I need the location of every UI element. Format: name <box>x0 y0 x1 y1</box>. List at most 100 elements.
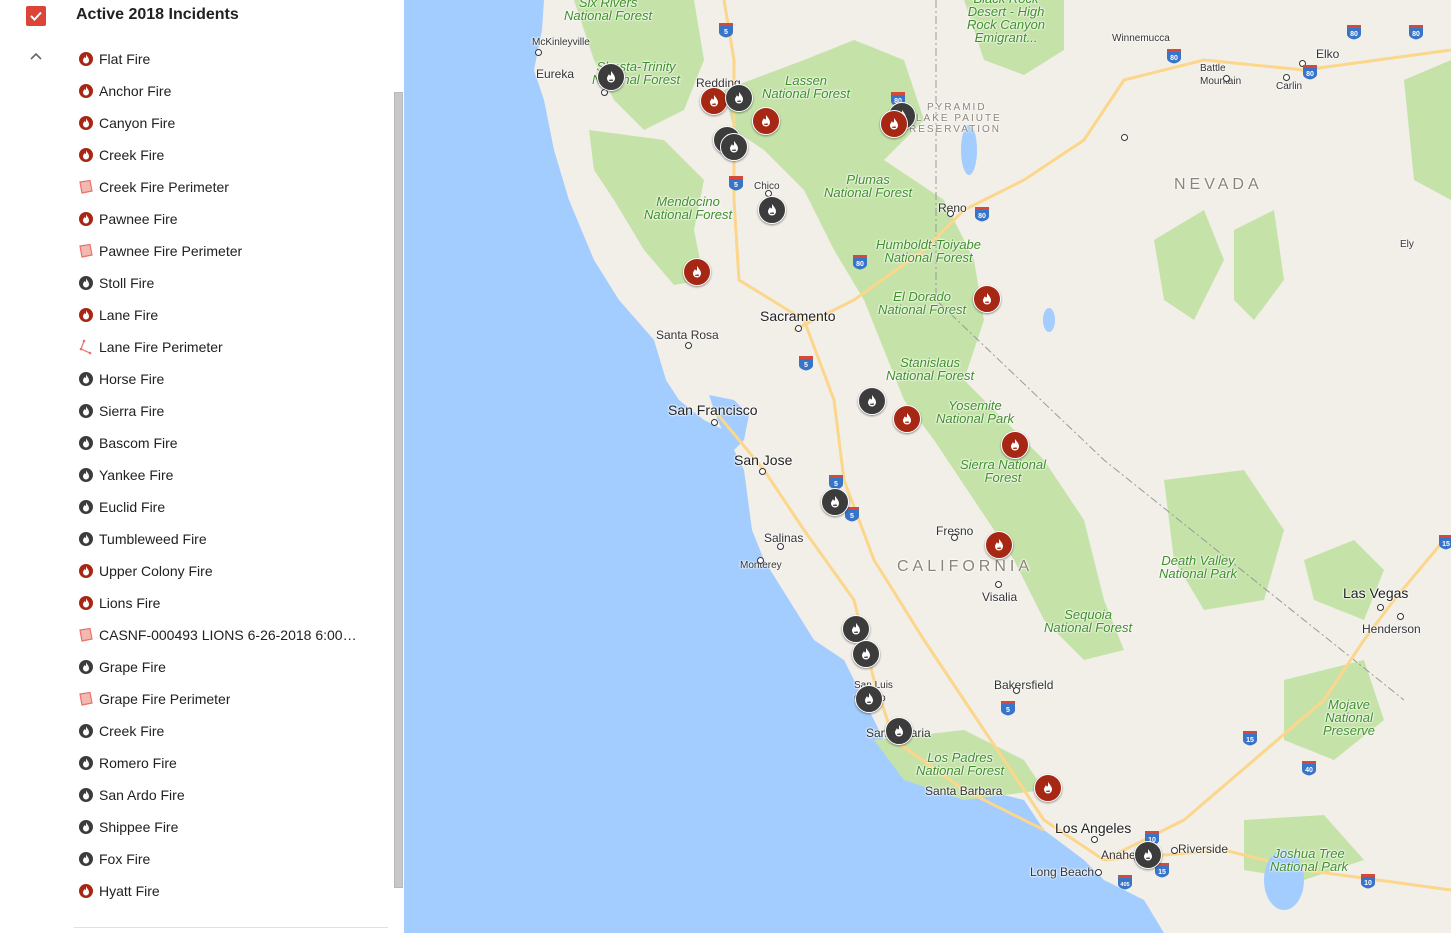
fire-marker-active[interactable] <box>985 531 1013 559</box>
fire-icon <box>865 693 873 705</box>
list-item[interactable]: Flat Fire <box>78 43 388 75</box>
fire-marker-contained[interactable] <box>597 63 625 91</box>
list-item[interactable]: Creek Fire Perimeter <box>78 171 388 203</box>
interstate-5-shield-icon: 5 <box>718 22 733 38</box>
fire-icon <box>890 118 898 130</box>
list-item[interactable]: Grape Fire <box>78 651 388 683</box>
list-item[interactable]: Horse Fire <box>78 363 388 395</box>
list-item[interactable]: Upper Colony Fire <box>78 555 388 587</box>
map-label-winnemucca: Winnemucca <box>1112 33 1170 44</box>
list-item[interactable]: Creek Fire <box>78 139 388 171</box>
polygon-icon <box>78 243 94 259</box>
list-item-label: Flat Fire <box>99 51 151 67</box>
map-canvas[interactable]: NEVADA CALIFORNIA PYRAMID LAKE PAIUTE RESERV… <box>404 0 1451 933</box>
svg-text:5: 5 <box>734 182 738 189</box>
city-dot <box>1283 74 1290 81</box>
map-label-pyramid3: RESERVATION <box>909 124 1002 135</box>
layer-title: Active 2018 Incidents <box>76 6 239 23</box>
svg-text:15: 15 <box>1442 541 1450 548</box>
list-item[interactable]: Euclid Fire <box>78 491 388 523</box>
list-item[interactable]: Bascom Fire <box>78 427 388 459</box>
fire-icon <box>868 395 876 407</box>
list-item[interactable]: CASNF-000493 LIONS 6-26-2018 6:00:0... <box>78 619 388 651</box>
list-item-label: Upper Colony Fire <box>99 563 213 579</box>
fire-marker-active[interactable] <box>1001 431 1029 459</box>
map-label-eldorado: El Dorado National Forest <box>878 289 967 317</box>
fire-active-icon <box>78 83 94 99</box>
fire-contained-icon <box>78 275 94 291</box>
list-item[interactable]: Canyon Fire <box>78 107 388 139</box>
fire-active-icon <box>78 115 94 131</box>
list-item[interactable]: Grape Fire Perimeter <box>78 683 388 715</box>
list-item[interactable]: Lions Fire <box>78 587 388 619</box>
fire-contained-icon <box>78 787 94 803</box>
fire-marker-active[interactable] <box>700 87 728 115</box>
fire-contained-icon <box>78 755 94 771</box>
scrollbar-thumb[interactable] <box>394 92 403 888</box>
list-item[interactable]: Stoll Fire <box>78 267 388 299</box>
city-dot <box>757 557 764 564</box>
fire-active-icon <box>78 563 94 579</box>
divider <box>74 927 388 928</box>
fire-marker-contained[interactable] <box>885 717 913 745</box>
fire-marker-contained[interactable] <box>842 615 870 643</box>
fire-marker-active[interactable] <box>973 285 1001 313</box>
map-label-san-jose: San Jose <box>734 452 793 468</box>
fire-marker-active[interactable] <box>752 107 780 135</box>
interstate-80-shield-icon: 80 <box>1408 24 1423 40</box>
city-dot <box>1171 847 1178 854</box>
list-item[interactable]: Pawnee Fire <box>78 203 388 235</box>
svg-text:15: 15 <box>1158 869 1166 876</box>
list-item-label: Lane Fire Perimeter <box>99 339 223 355</box>
layer-visibility-checkbox[interactable] <box>26 6 46 26</box>
city-dot <box>1223 75 1230 82</box>
list-item[interactable]: Lane Fire Perimeter <box>78 331 388 363</box>
fire-marker-contained[interactable] <box>1134 841 1162 869</box>
list-item[interactable]: Tumbleweed Fire <box>78 523 388 555</box>
interstate-10-shield-icon: 10 <box>1360 873 1375 889</box>
map-label-mendocino: Mendocino National Forest <box>644 194 733 222</box>
fire-marker-active[interactable] <box>1034 774 1062 802</box>
fire-marker-active[interactable] <box>880 110 908 138</box>
fire-marker-contained[interactable] <box>720 133 748 161</box>
fire-icon <box>768 204 776 216</box>
svg-text:80: 80 <box>1412 31 1420 38</box>
fire-marker-contained[interactable] <box>758 196 786 224</box>
list-item-label: Pawnee Fire Perimeter <box>99 243 243 259</box>
collapse-toggle[interactable] <box>28 49 44 65</box>
list-item-label: Tumbleweed Fire <box>99 531 207 547</box>
fire-marker-active[interactable] <box>683 258 711 286</box>
fire-icon <box>693 266 701 278</box>
list-item-label: Sierra Fire <box>99 403 165 419</box>
list-item[interactable]: Fox Fire <box>78 843 388 875</box>
city-dot <box>1095 869 1102 876</box>
svg-text:5: 5 <box>834 481 838 488</box>
fire-marker-contained[interactable] <box>855 685 883 713</box>
list-item[interactable]: Yankee Fire <box>78 459 388 491</box>
svg-text:40: 40 <box>1305 767 1313 774</box>
list-item[interactable]: Shippee Fire <box>78 811 388 843</box>
list-item[interactable]: Sierra Fire <box>78 395 388 427</box>
map-label-los-padres: Los Padres National Forest <box>916 750 1005 778</box>
list-item[interactable]: Romero Fire <box>78 747 388 779</box>
list-item[interactable]: Anchor Fire <box>78 75 388 107</box>
polygon-icon <box>78 627 94 643</box>
list-item[interactable]: Hyatt Fire <box>78 875 388 907</box>
checkmark-icon <box>30 11 42 21</box>
fire-marker-active[interactable] <box>893 405 921 433</box>
fire-marker-contained[interactable] <box>852 640 880 668</box>
city-dot <box>535 49 542 56</box>
list-item[interactable]: Pawnee Fire Perimeter <box>78 235 388 267</box>
list-item[interactable]: Creek Fire <box>78 715 388 747</box>
list-item[interactable]: San Ardo Fire <box>78 779 388 811</box>
city-dot <box>759 468 766 475</box>
city-dot <box>777 543 784 550</box>
map-label-death-valley: Death Valley National Park <box>1159 553 1238 581</box>
fire-marker-contained[interactable] <box>821 488 849 516</box>
fire-contained-icon <box>78 531 94 547</box>
fire-marker-contained[interactable] <box>725 84 753 112</box>
list-item[interactable]: Lane Fire <box>78 299 388 331</box>
map-label-santa-barbara: Santa Barbara <box>925 784 1003 798</box>
fire-marker-contained[interactable] <box>858 387 886 415</box>
map-label-los-angeles: Los Angeles <box>1055 820 1132 836</box>
